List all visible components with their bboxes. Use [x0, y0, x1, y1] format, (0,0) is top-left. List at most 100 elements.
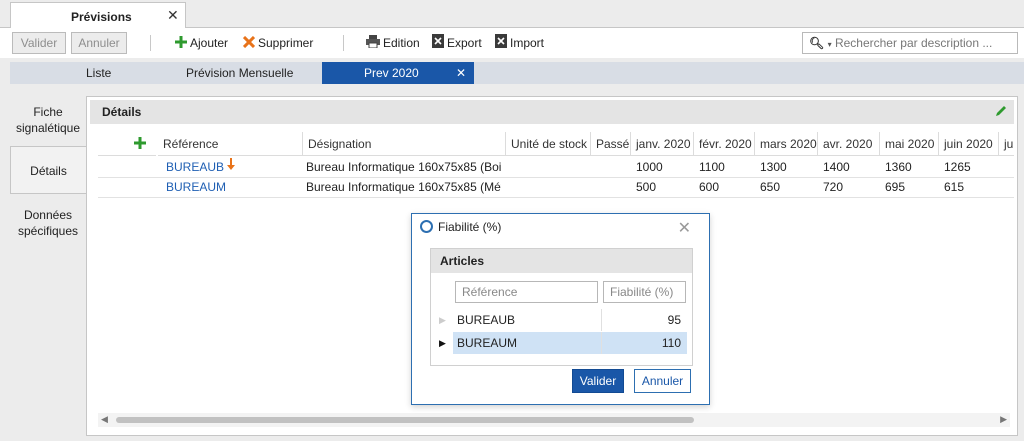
- printer-icon: [366, 34, 380, 53]
- column-header-reference[interactable]: Référence: [158, 132, 302, 156]
- details-grid: Référence Désignation Unité de stock Pas…: [98, 132, 1014, 198]
- row-divider: [98, 197, 1014, 198]
- supprimer-button[interactable]: Supprimer: [242, 34, 314, 53]
- edition-button[interactable]: Edition: [366, 34, 420, 52]
- document-tab-previsions[interactable]: Prévisions ✕: [10, 2, 186, 29]
- annuler-button[interactable]: Annuler: [634, 369, 691, 393]
- nav-donnees-specifiques[interactable]: Données spécifiques: [10, 207, 86, 239]
- subtab-strip: Liste Prévision Mensuelle Prev 2020 ✕: [10, 62, 1024, 84]
- toolbar-divider: [343, 35, 344, 51]
- scrollbar-thumb[interactable]: [116, 417, 694, 423]
- app-logo-icon: [420, 220, 433, 233]
- document-tab-label: Prévisions: [71, 10, 132, 24]
- articles-header: Articles: [431, 249, 692, 273]
- add-row-button[interactable]: [124, 132, 156, 156]
- ajouter-button[interactable]: Ajouter: [175, 34, 228, 52]
- annuler-button[interactable]: Annuler: [71, 32, 127, 54]
- articles-title: Articles: [440, 254, 485, 268]
- tab-prev-2020-label: Prev 2020: [364, 66, 419, 80]
- edition-label: Edition: [383, 36, 420, 50]
- nav-donnees-line1: Données: [23, 208, 73, 222]
- search-placeholder: Rechercher par description ...: [834, 36, 993, 50]
- column-header-designation[interactable]: Désignation: [302, 132, 505, 156]
- details-title: Détails: [102, 105, 142, 119]
- row-designation: Bureau Informatique 160x75x85 (Méta: [306, 180, 501, 194]
- cell-janv[interactable]: 1000: [628, 157, 691, 177]
- close-icon[interactable]: ✕: [456, 62, 466, 84]
- cell-fevr[interactable]: 1100: [691, 157, 752, 177]
- row-reference-link[interactable]: BUREAUB: [158, 157, 228, 177]
- cell-janv[interactable]: 500: [628, 177, 691, 197]
- nav-fiche-line1: Fiche: [33, 105, 63, 119]
- horizontal-scrollbar[interactable]: ◀ ▶: [98, 413, 1010, 427]
- dialog-row-fiabilite[interactable]: 95: [601, 309, 687, 331]
- toolbar-divider: [150, 35, 151, 51]
- valider-button[interactable]: Valider: [12, 32, 66, 54]
- dialog-row[interactable]: ▶ BUREAUB 95: [439, 309, 687, 331]
- cell-avr[interactable]: 1400: [815, 157, 877, 177]
- column-header-mai[interactable]: mai 2020: [879, 132, 938, 156]
- nav-donnees-line2: spécifiques: [17, 224, 79, 238]
- search-icon: 🔍︎: [809, 36, 825, 50]
- valider-button[interactable]: Valider: [572, 369, 624, 393]
- delete-icon: [242, 35, 256, 53]
- row-indicator-header: [98, 132, 124, 156]
- column-header-juil[interactable]: ju: [998, 132, 1014, 156]
- import-label: Import: [510, 36, 545, 50]
- row-indicator-icon: ▶: [439, 315, 446, 325]
- column-header-unite-stock[interactable]: Unité de stock: [505, 132, 590, 156]
- scroll-left-icon[interactable]: ◀: [101, 414, 108, 425]
- tab-liste[interactable]: Liste: [86, 62, 111, 84]
- dialog-title-text: Fiabilité (%): [438, 220, 502, 234]
- cell-mai[interactable]: 1360: [877, 157, 936, 177]
- excel-export-icon: [432, 34, 444, 53]
- column-header-fevr[interactable]: févr. 2020: [693, 132, 754, 156]
- export-label: Export: [447, 36, 482, 50]
- close-icon[interactable]: ✕: [678, 218, 691, 238]
- dialog-row-selected[interactable]: ▶ BUREAUM 110: [439, 332, 687, 354]
- cell-avr[interactable]: 720: [815, 177, 877, 197]
- dialog-row-reference: BUREAUM: [453, 332, 601, 354]
- excel-import-icon: [495, 34, 507, 53]
- column-header-avr[interactable]: avr. 2020: [817, 132, 879, 156]
- row-reference-link[interactable]: BUREAUM: [158, 177, 298, 197]
- column-header-mars[interactable]: mars 2020: [754, 132, 817, 156]
- column-header-janv[interactable]: janv. 2020: [630, 132, 693, 156]
- details-header: Détails: [90, 100, 1014, 124]
- reference-filter-input[interactable]: Référence: [455, 281, 598, 303]
- toolbar: Valider Annuler Ajouter Supprimer Editio…: [0, 28, 1024, 58]
- add-icon: [175, 35, 187, 53]
- add-icon: [134, 137, 146, 149]
- column-header-passe[interactable]: Passé: [590, 132, 630, 156]
- cell-juin[interactable]: 615: [936, 177, 996, 197]
- export-button[interactable]: Export: [432, 34, 482, 52]
- supprimer-label: Supprimer: [258, 36, 314, 50]
- dialog-row-fiabilite[interactable]: 110: [601, 332, 687, 354]
- scroll-right-icon[interactable]: ▶: [1000, 414, 1007, 425]
- fiabilite-filter-input[interactable]: Fiabilité (%): [603, 281, 686, 303]
- search-input[interactable]: 🔍︎ ▾ Rechercher par description ...: [802, 32, 1018, 54]
- fiabilite-dialog: Fiabilité (%) ✕ Articles Référence Fiabi…: [411, 213, 710, 405]
- nav-fiche-line2: signalétique: [15, 121, 81, 135]
- column-header-juin[interactable]: juin 2020: [938, 132, 998, 156]
- cell-fevr[interactable]: 600: [691, 177, 752, 197]
- tab-prev-2020[interactable]: Prev 2020 ✕: [322, 62, 474, 84]
- close-icon[interactable]: ✕: [167, 7, 179, 24]
- search-dropdown-icon[interactable]: ▾: [828, 40, 832, 49]
- articles-box: Articles Référence Fiabilité (%) ▶ BUREA…: [430, 248, 693, 366]
- cell-mai[interactable]: 695: [877, 177, 936, 197]
- cell-juin[interactable]: 1265: [936, 157, 996, 177]
- cell-mars[interactable]: 1300: [752, 157, 815, 177]
- sort-down-arrow-icon: [226, 157, 242, 177]
- tab-prevision-mensuelle[interactable]: Prévision Mensuelle: [186, 62, 293, 84]
- cell-mars[interactable]: 650: [752, 177, 815, 197]
- import-button[interactable]: Import: [495, 34, 544, 52]
- nav-details[interactable]: Détails: [10, 146, 86, 194]
- dialog-title: Fiabilité (%): [420, 220, 501, 234]
- dialog-row-reference: BUREAUB: [457, 313, 516, 327]
- nav-fiche-signaletique[interactable]: Fiche signalétique: [10, 104, 86, 136]
- row-indicator-icon: ▶: [439, 338, 446, 348]
- row-designation: Bureau Informatique 160x75x85 (Bois): [306, 160, 501, 174]
- ajouter-label: Ajouter: [190, 36, 229, 50]
- edit-pencil-icon[interactable]: [994, 104, 1008, 121]
